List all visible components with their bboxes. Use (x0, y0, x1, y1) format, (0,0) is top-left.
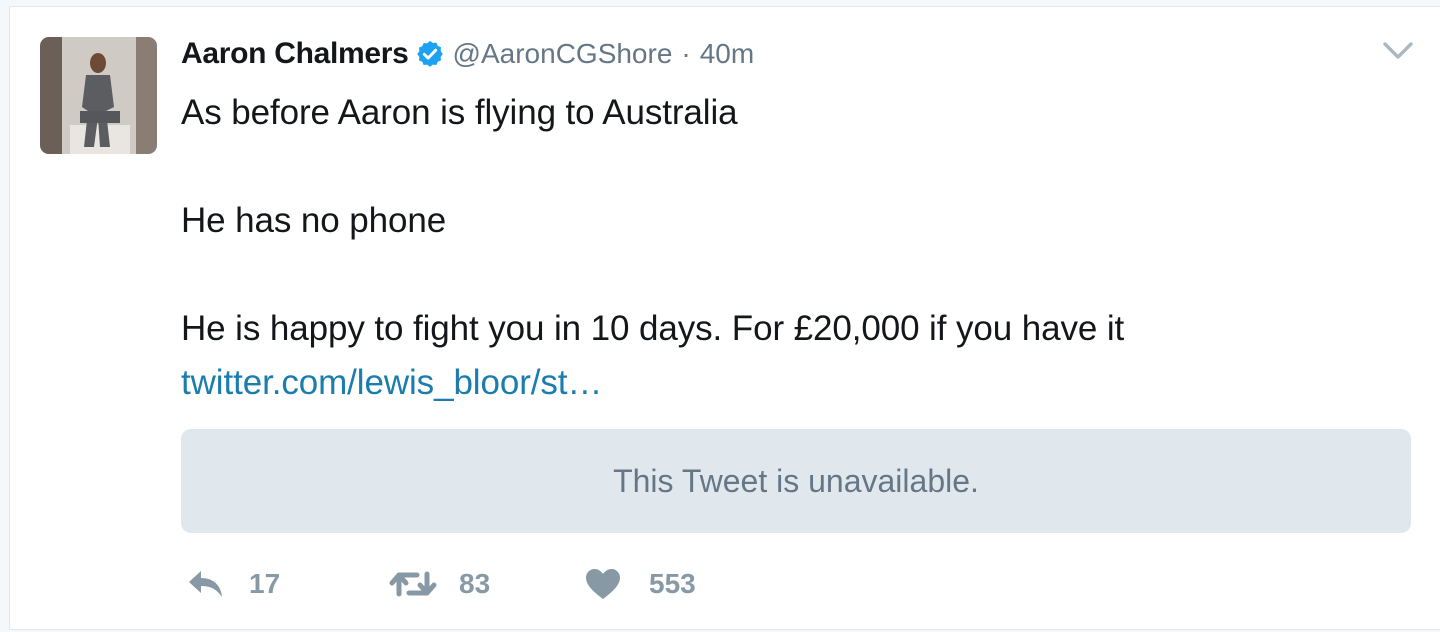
like-count: 553 (649, 568, 696, 599)
reply-icon (189, 571, 222, 597)
tweet-actions: 17 83 553 (187, 561, 787, 607)
tweet-text-line: He is happy to fight you in 10 days. For… (181, 309, 1125, 348)
retweet-count: 83 (459, 568, 491, 599)
timestamp[interactable]: 40m (700, 38, 754, 70)
author-name[interactable]: Aaron Chalmers (181, 37, 409, 71)
tweet-link[interactable]: twitter.com/lewis_bloor/st… (181, 363, 602, 402)
quoted-tweet-unavailable-text: This Tweet is unavailable. (613, 462, 979, 499)
author-handle[interactable]: @AaronCGShore (453, 38, 673, 70)
like-button[interactable]: 553 (585, 561, 696, 607)
quoted-tweet-card[interactable]: This Tweet is unavailable. (181, 429, 1411, 533)
tweet-text-line: ​ (181, 140, 1124, 194)
reply-button[interactable]: 17 (187, 561, 280, 607)
tweet-text: As before Aaron is flying to Australia ​ H… (181, 86, 1124, 410)
header-separator: · (681, 38, 691, 69)
tweet-header: Aaron Chalmers @AaronCGShore · 40m (181, 37, 754, 71)
tweet-text-line: ​ (181, 248, 1124, 302)
chevron-down-icon[interactable] (1382, 41, 1414, 61)
tweet[interactable]: Aaron Chalmers @AaronCGShore · 40m As be… (9, 6, 1440, 630)
retweet-icon (389, 571, 437, 597)
tweet-text-line: He has no phone (181, 201, 447, 240)
avatar-photo (40, 37, 157, 154)
avatar[interactable] (40, 37, 157, 154)
verified-badge-icon (416, 40, 443, 67)
retweet-button[interactable]: 83 (387, 561, 490, 607)
heart-icon (586, 569, 620, 599)
reply-count: 17 (249, 568, 281, 599)
tweet-text-line: As before Aaron is flying to Australia (181, 93, 738, 132)
